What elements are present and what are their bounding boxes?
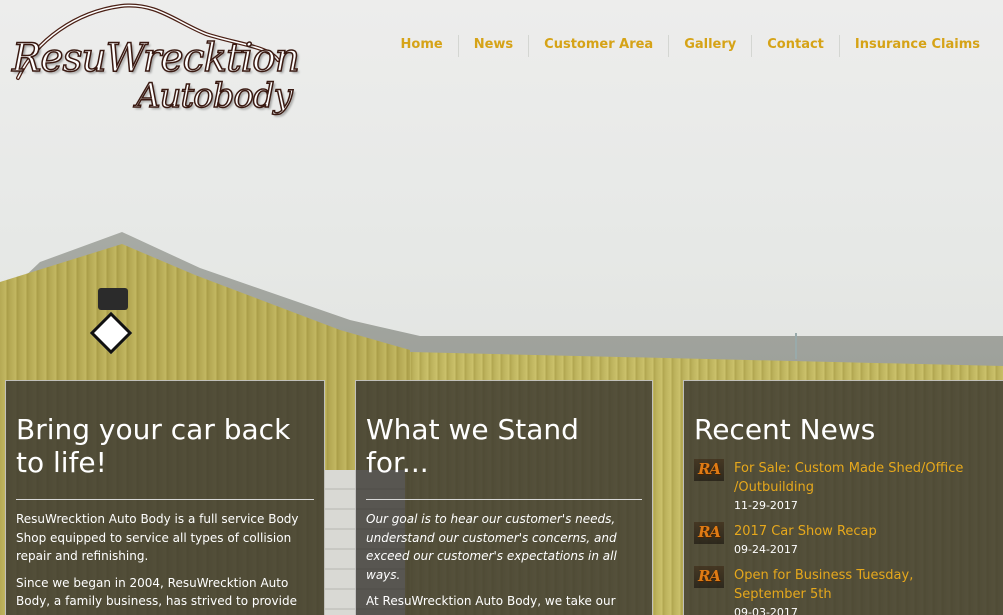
intro-paragraph: ResuWrecktion Auto Body is a full servic… [16, 512, 299, 563]
news-item: RA Open for Business Tuesday, September … [694, 566, 1003, 615]
nav-gallery[interactable]: Gallery [668, 35, 751, 57]
news-item: RA For Sale: Custom Made Shed/Office /Ou… [694, 459, 1003, 512]
news-item-date: 09-03-2017 [734, 606, 798, 615]
ra-badge-icon: RA [694, 522, 724, 544]
intro-panel: Bring your car back to life! ResuWreckti… [5, 380, 325, 615]
ra-badge-icon: RA [694, 566, 724, 588]
news-item-link[interactable]: Open for Business Tuesday, September 5th [734, 566, 989, 604]
logo-text-line2: Autobody [135, 75, 293, 117]
stand-for-heading: What we Stand for... [366, 413, 579, 479]
nav-insurance-claims[interactable]: Insurance Claims [838, 35, 995, 57]
nav-contact[interactable]: Contact [751, 35, 839, 57]
news-list: RA For Sale: Custom Made Shed/Office /Ou… [694, 459, 1003, 615]
ra-badge-icon: RA [694, 459, 724, 481]
news-item-link[interactable]: For Sale: Custom Made Shed/Office /Outbu… [734, 459, 989, 497]
intro-divider [16, 499, 314, 500]
logo-text-line1: ResuWrecktion [11, 35, 300, 82]
wall-lamp [98, 288, 128, 310]
nav-home[interactable]: Home [386, 35, 458, 57]
site-logo[interactable]: ResuWrecktion Autobody [6, 0, 301, 135]
stand-for-paragraph: Our goal is to hear our customer's needs… [366, 512, 617, 582]
news-item-link[interactable]: 2017 Car Show Recap [734, 522, 989, 541]
intro-paragraph: Since we began in 2004, ResuWrecktion Au… [16, 575, 297, 615]
nav-customer-area[interactable]: Customer Area [528, 35, 668, 57]
weather-vane [795, 333, 807, 359]
main-navigation: Home News Customer Area Gallery Contact … [386, 35, 995, 57]
stand-for-paragraph: At ResuWrecktion Auto Body, we take our [366, 594, 616, 608]
intro-heading: Bring your car back to life! [16, 413, 291, 479]
recent-news-panel: Recent News RA For Sale: Custom Made She… [683, 380, 1003, 615]
stand-for-divider [366, 499, 642, 500]
news-item-date: 11-29-2017 [734, 499, 798, 512]
news-item-date: 09-24-2017 [734, 543, 798, 556]
stand-for-panel: What we Stand for... Our goal is to hear… [355, 380, 653, 615]
recent-news-heading: Recent News [694, 413, 876, 446]
news-item: RA 2017 Car Show Recap 09-24-2017 [694, 522, 1003, 556]
nav-news[interactable]: News [457, 35, 528, 57]
